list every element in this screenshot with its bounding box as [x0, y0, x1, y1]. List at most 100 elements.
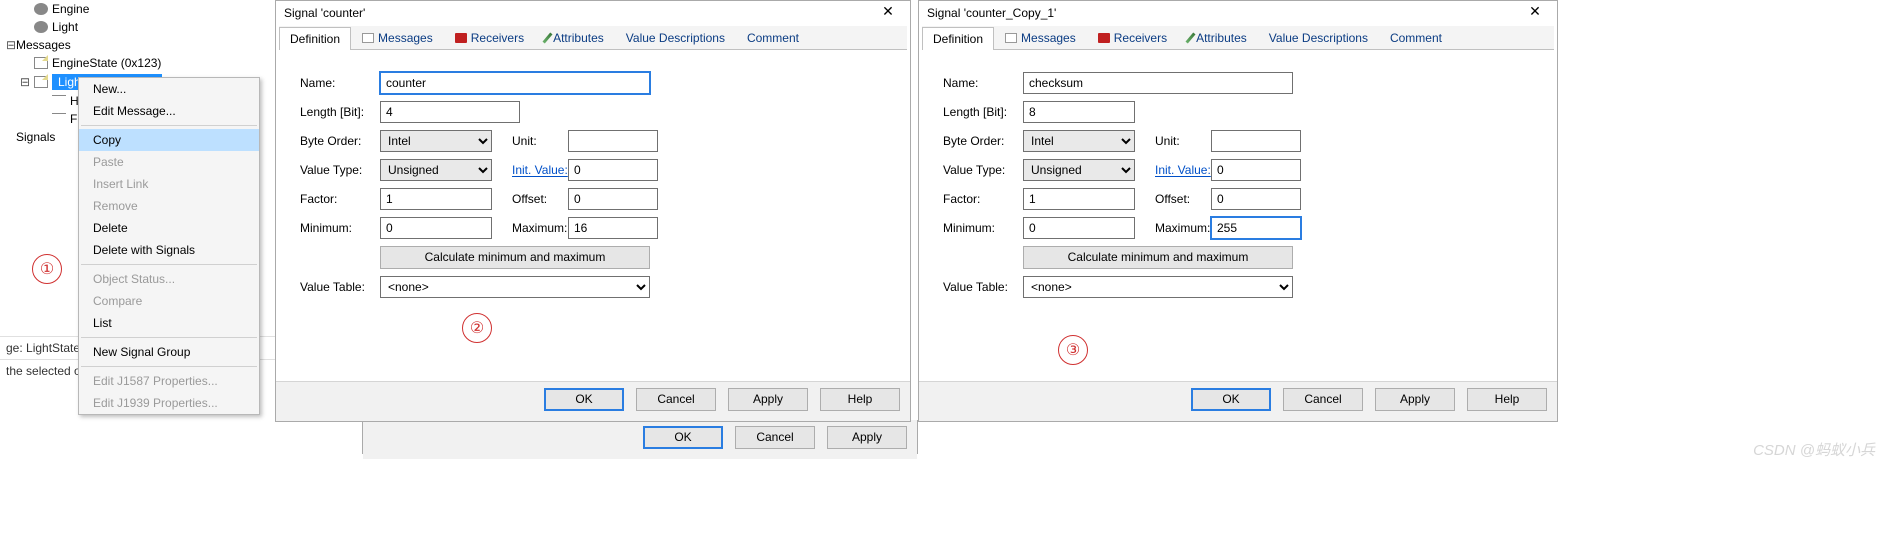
tree-node-messages[interactable]: Messages	[0, 36, 280, 54]
menu-list[interactable]: List	[79, 312, 259, 334]
byteorder-select[interactable]: Intel	[1023, 130, 1135, 152]
tab-messages[interactable]: Messages	[351, 26, 444, 49]
annotation-3: ③	[1058, 335, 1088, 365]
calc-minmax-button[interactable]: Calculate minimum and maximum	[1023, 246, 1293, 269]
cancel-button[interactable]: Cancel	[1283, 388, 1363, 411]
annotation-2: ②	[462, 313, 492, 343]
annotation-1: ①	[32, 254, 62, 284]
dialog-title: Signal 'counter_Copy_1'	[927, 6, 1056, 20]
valuetype-select[interactable]: Unsigned	[1023, 159, 1135, 181]
label-maximum: Maximum:	[1155, 221, 1211, 235]
label-length: Length [Bit]:	[300, 105, 380, 119]
valuetable-select[interactable]: <none>	[380, 276, 650, 298]
label-valuetable: Value Table:	[943, 280, 1023, 294]
menu-new-signal-group[interactable]: New Signal Group	[79, 341, 259, 363]
dialog-signal-counter-copy-1: Signal 'counter_Copy_1' ✕ Definition Mes…	[918, 0, 1558, 422]
menu-separator	[81, 264, 257, 265]
receiver-icon	[455, 33, 467, 43]
ok-button-bg[interactable]: OK	[643, 426, 723, 449]
dialog-tabs: Definition Messages Receivers Attributes…	[922, 26, 1554, 50]
menu-insert-link: Insert Link	[79, 173, 259, 195]
close-icon[interactable]: ✕	[1519, 4, 1551, 22]
menu-remove: Remove	[79, 195, 259, 217]
apply-button-bg[interactable]: Apply	[827, 426, 907, 449]
envelope-icon	[34, 76, 48, 88]
apply-button[interactable]: Apply	[728, 388, 808, 411]
valuetype-select[interactable]: Unsigned	[380, 159, 492, 181]
cancel-button[interactable]: Cancel	[636, 388, 716, 411]
menu-separator	[81, 125, 257, 126]
menu-separator	[81, 366, 257, 367]
label-initvalue[interactable]: Init. Value:	[1155, 163, 1211, 177]
menu-edit-message[interactable]: Edit Message...	[79, 100, 259, 122]
tab-receivers[interactable]: Receivers	[444, 26, 535, 49]
tab-attributes[interactable]: Attributes	[1178, 26, 1258, 49]
close-icon[interactable]: ✕	[872, 4, 904, 22]
node-icon	[34, 21, 48, 33]
tab-value-descriptions[interactable]: Value Descriptions	[1258, 26, 1379, 49]
label-unit: Unit:	[512, 134, 568, 148]
cancel-button-bg[interactable]: Cancel	[735, 426, 815, 449]
unit-input[interactable]	[1211, 130, 1301, 152]
menu-copy[interactable]: Copy	[79, 129, 259, 151]
factor-input[interactable]	[380, 188, 492, 210]
length-input[interactable]	[1023, 101, 1135, 123]
initvalue-input[interactable]	[568, 159, 658, 181]
tree-node-engine[interactable]: Engine	[0, 0, 280, 18]
minimum-input[interactable]	[380, 217, 492, 239]
tree-label: Light	[52, 20, 78, 34]
tab-definition[interactable]: Definition	[922, 27, 994, 50]
apply-button[interactable]: Apply	[1375, 388, 1455, 411]
form-area: Name: Length [Bit]: Byte Order: Intel Un…	[276, 50, 910, 313]
node-icon	[34, 3, 48, 15]
tab-attributes[interactable]: Attributes	[535, 26, 615, 49]
envelope-icon	[1005, 33, 1017, 43]
menu-j1939: Edit J1939 Properties...	[79, 392, 259, 414]
length-input[interactable]	[380, 101, 520, 123]
offset-input[interactable]	[568, 188, 658, 210]
initvalue-input[interactable]	[1211, 159, 1301, 181]
menu-j1587: Edit J1587 Properties...	[79, 370, 259, 392]
tab-definition[interactable]: Definition	[279, 27, 351, 50]
menu-delete-with-signals[interactable]: Delete with Signals	[79, 239, 259, 261]
name-input[interactable]	[380, 72, 650, 94]
receiver-icon	[1098, 33, 1110, 43]
tree-node-light[interactable]: Light	[0, 18, 280, 36]
ok-button[interactable]: OK	[1191, 388, 1271, 411]
tab-comment[interactable]: Comment	[1379, 26, 1453, 49]
tab-messages[interactable]: Messages	[994, 26, 1087, 49]
menu-delete[interactable]: Delete	[79, 217, 259, 239]
dialog-title: Signal 'counter'	[284, 6, 365, 20]
dialog-tabs: Definition Messages Receivers Attributes…	[279, 26, 907, 50]
tab-value-descriptions[interactable]: Value Descriptions	[615, 26, 736, 49]
offset-input[interactable]	[1211, 188, 1301, 210]
minimum-input[interactable]	[1023, 217, 1135, 239]
label-byteorder: Byte Order:	[300, 134, 380, 148]
factor-input[interactable]	[1023, 188, 1135, 210]
maximum-input[interactable]	[1211, 217, 1301, 239]
label-factor: Factor:	[300, 192, 380, 206]
ok-button[interactable]: OK	[544, 388, 624, 411]
tab-receivers[interactable]: Receivers	[1087, 26, 1178, 49]
bg-button-bar: OK Cancel Apply	[362, 420, 918, 454]
menu-compare: Compare	[79, 290, 259, 312]
help-button[interactable]: Help	[1467, 388, 1547, 411]
maximum-input[interactable]	[568, 217, 658, 239]
valuetable-select[interactable]: <none>	[1023, 276, 1293, 298]
label-minimum: Minimum:	[300, 221, 380, 235]
label-unit: Unit:	[1155, 134, 1211, 148]
tree-node-enginestate[interactable]: EngineState (0x123)	[0, 54, 280, 72]
label-initvalue[interactable]: Init. Value:	[512, 163, 568, 177]
attribute-icon	[1186, 32, 1196, 43]
help-button[interactable]: Help	[820, 388, 900, 411]
menu-new[interactable]: New...	[79, 78, 259, 100]
name-input[interactable]	[1023, 72, 1293, 94]
tree-label: Signals	[16, 130, 55, 144]
dialog-titlebar: Signal 'counter' ✕	[276, 1, 910, 26]
byteorder-select[interactable]: Intel	[380, 130, 492, 152]
signal-icon	[52, 95, 66, 107]
calc-minmax-button[interactable]: Calculate minimum and maximum	[380, 246, 650, 269]
watermark: CSDN @蚂蚁小兵	[1753, 439, 1875, 460]
tab-comment[interactable]: Comment	[736, 26, 810, 49]
unit-input[interactable]	[568, 130, 658, 152]
